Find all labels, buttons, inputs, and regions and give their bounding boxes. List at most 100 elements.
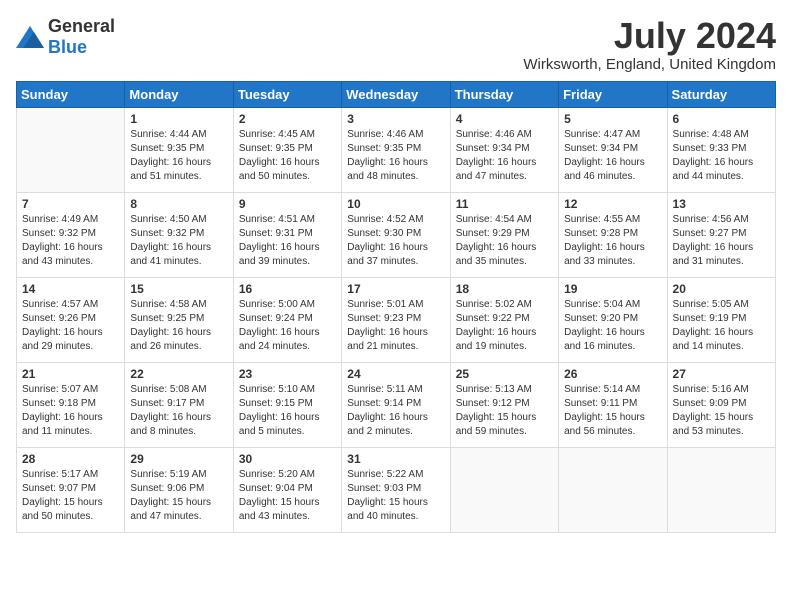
day-number: 6 [673,112,770,126]
day-number: 4 [456,112,553,126]
calendar-cell: 24 Sunrise: 5:11 AM Sunset: 9:14 PM Dayli… [342,362,450,447]
calendar-cell [17,107,125,192]
day-info: Sunrise: 5:17 AM Sunset: 9:07 PM Dayligh… [22,468,119,524]
title-area: July 2024 Wirksworth, England, United Ki… [523,16,776,73]
logo-icon [16,26,44,48]
week-row-4: 21 Sunrise: 5:07 AM Sunset: 9:18 PM Dayli… [17,362,776,447]
logo-general: General [48,16,115,36]
calendar-cell: 14 Sunrise: 4:57 AM Sunset: 9:26 PM Dayli… [17,277,125,362]
day-info: Sunrise: 5:13 AM Sunset: 9:12 PM Dayligh… [456,383,553,439]
day-info: Sunrise: 4:46 AM Sunset: 9:34 PM Dayligh… [456,128,553,184]
week-row-5: 28 Sunrise: 5:17 AM Sunset: 9:07 PM Dayli… [17,447,776,532]
calendar-cell: 3 Sunrise: 4:46 AM Sunset: 9:35 PM Daylig… [342,107,450,192]
header-monday: Monday [125,81,233,107]
day-number: 19 [564,282,661,296]
day-info: Sunrise: 5:05 AM Sunset: 9:19 PM Dayligh… [673,298,770,354]
day-info: Sunrise: 4:49 AM Sunset: 9:32 PM Dayligh… [22,213,119,269]
month-year-title: July 2024 [523,16,776,56]
day-info: Sunrise: 4:50 AM Sunset: 9:32 PM Dayligh… [130,213,227,269]
calendar-cell: 22Sunrise: 5:08 AM Sunset: 9:17 PM Dayli… [125,362,233,447]
day-number: 14 [22,282,119,296]
calendar-cell: 19 Sunrise: 5:04 AM Sunset: 9:20 PM Dayli… [559,277,667,362]
day-info: Sunrise: 5:22 AM Sunset: 9:03 PM Dayligh… [347,468,444,524]
day-number: 28 [22,452,119,466]
calendar-cell: 23Sunrise: 5:10 AM Sunset: 9:15 PM Dayli… [233,362,341,447]
day-number: 11 [456,197,553,211]
calendar-cell: 2Sunrise: 4:45 AM Sunset: 9:35 PM Daylig… [233,107,341,192]
logo-text: General Blue [48,16,115,58]
calendar-cell: 21 Sunrise: 5:07 AM Sunset: 9:18 PM Dayli… [17,362,125,447]
day-info: Sunrise: 4:52 AM Sunset: 9:30 PM Dayligh… [347,213,444,269]
day-number: 24 [347,367,444,381]
day-number: 20 [673,282,770,296]
day-info: Sunrise: 4:58 AM Sunset: 9:25 PM Dayligh… [130,298,227,354]
location-subtitle: Wirksworth, England, United Kingdom [523,56,776,73]
calendar-cell: 18Sunrise: 5:02 AM Sunset: 9:22 PM Dayli… [450,277,558,362]
logo-blue: Blue [48,37,87,57]
day-info: Sunrise: 5:04 AM Sunset: 9:20 PM Dayligh… [564,298,661,354]
day-info: Sunrise: 4:47 AM Sunset: 9:34 PM Dayligh… [564,128,661,184]
calendar-cell: 9 Sunrise: 4:51 AM Sunset: 9:31 PM Daylig… [233,192,341,277]
day-number: 12 [564,197,661,211]
day-number: 25 [456,367,553,381]
day-info: Sunrise: 5:19 AM Sunset: 9:06 PM Dayligh… [130,468,227,524]
header-wednesday: Wednesday [342,81,450,107]
day-info: Sunrise: 4:44 AM Sunset: 9:35 PM Dayligh… [130,128,227,184]
day-number: 13 [673,197,770,211]
week-row-3: 14 Sunrise: 4:57 AM Sunset: 9:26 PM Dayli… [17,277,776,362]
calendar-header-row: Sunday Monday Tuesday Wednesday Thursday… [17,81,776,107]
calendar-cell: 28 Sunrise: 5:17 AM Sunset: 9:07 PM Dayli… [17,447,125,532]
day-number: 7 [22,197,119,211]
calendar-cell: 1Sunrise: 4:44 AM Sunset: 9:35 PM Daylig… [125,107,233,192]
calendar-cell: 25 Sunrise: 5:13 AM Sunset: 9:12 PM Dayli… [450,362,558,447]
day-number: 8 [130,197,227,211]
calendar-cell: 31 Sunrise: 5:22 AM Sunset: 9:03 PM Dayli… [342,447,450,532]
calendar-cell: 20 Sunrise: 5:05 AM Sunset: 9:19 PM Dayli… [667,277,775,362]
page-header: General Blue July 2024 Wirksworth, Engla… [16,16,776,73]
week-row-2: 7 Sunrise: 4:49 AM Sunset: 9:32 PM Daylig… [17,192,776,277]
day-info: Sunrise: 5:07 AM Sunset: 9:18 PM Dayligh… [22,383,119,439]
calendar-cell: 15 Sunrise: 4:58 AM Sunset: 9:25 PM Dayli… [125,277,233,362]
calendar-cell: 30Sunrise: 5:20 AM Sunset: 9:04 PM Dayli… [233,447,341,532]
day-info: Sunrise: 5:11 AM Sunset: 9:14 PM Dayligh… [347,383,444,439]
day-info: Sunrise: 5:14 AM Sunset: 9:11 PM Dayligh… [564,383,661,439]
week-row-1: 1Sunrise: 4:44 AM Sunset: 9:35 PM Daylig… [17,107,776,192]
day-info: Sunrise: 5:08 AM Sunset: 9:17 PM Dayligh… [130,383,227,439]
day-info: Sunrise: 4:55 AM Sunset: 9:28 PM Dayligh… [564,213,661,269]
day-info: Sunrise: 5:16 AM Sunset: 9:09 PM Dayligh… [673,383,770,439]
calendar-cell [450,447,558,532]
calendar-cell: 7 Sunrise: 4:49 AM Sunset: 9:32 PM Daylig… [17,192,125,277]
day-number: 21 [22,367,119,381]
calendar-cell: 4 Sunrise: 4:46 AM Sunset: 9:34 PM Daylig… [450,107,558,192]
calendar-cell: 12 Sunrise: 4:55 AM Sunset: 9:28 PM Dayli… [559,192,667,277]
day-number: 3 [347,112,444,126]
calendar-cell [559,447,667,532]
calendar-cell: 8 Sunrise: 4:50 AM Sunset: 9:32 PM Daylig… [125,192,233,277]
day-info: Sunrise: 4:51 AM Sunset: 9:31 PM Dayligh… [239,213,336,269]
day-number: 31 [347,452,444,466]
calendar-cell: 17Sunrise: 5:01 AM Sunset: 9:23 PM Dayli… [342,277,450,362]
day-info: Sunrise: 4:56 AM Sunset: 9:27 PM Dayligh… [673,213,770,269]
header-saturday: Saturday [667,81,775,107]
day-info: Sunrise: 4:48 AM Sunset: 9:33 PM Dayligh… [673,128,770,184]
calendar-cell: 11Sunrise: 4:54 AM Sunset: 9:29 PM Dayli… [450,192,558,277]
logo: General Blue [16,16,115,58]
day-number: 9 [239,197,336,211]
day-number: 29 [130,452,227,466]
calendar-cell: 10Sunrise: 4:52 AM Sunset: 9:30 PM Dayli… [342,192,450,277]
day-info: Sunrise: 5:01 AM Sunset: 9:23 PM Dayligh… [347,298,444,354]
day-info: Sunrise: 4:57 AM Sunset: 9:26 PM Dayligh… [22,298,119,354]
day-number: 18 [456,282,553,296]
day-info: Sunrise: 4:46 AM Sunset: 9:35 PM Dayligh… [347,128,444,184]
day-info: Sunrise: 4:45 AM Sunset: 9:35 PM Dayligh… [239,128,336,184]
day-number: 15 [130,282,227,296]
day-number: 27 [673,367,770,381]
calendar-cell: 6 Sunrise: 4:48 AM Sunset: 9:33 PM Daylig… [667,107,775,192]
header-sunday: Sunday [17,81,125,107]
calendar-cell: 27 Sunrise: 5:16 AM Sunset: 9:09 PM Dayli… [667,362,775,447]
day-info: Sunrise: 5:10 AM Sunset: 9:15 PM Dayligh… [239,383,336,439]
calendar-cell: 26Sunrise: 5:14 AM Sunset: 9:11 PM Dayli… [559,362,667,447]
header-friday: Friday [559,81,667,107]
day-info: Sunrise: 5:00 AM Sunset: 9:24 PM Dayligh… [239,298,336,354]
calendar-table: Sunday Monday Tuesday Wednesday Thursday… [16,81,776,533]
